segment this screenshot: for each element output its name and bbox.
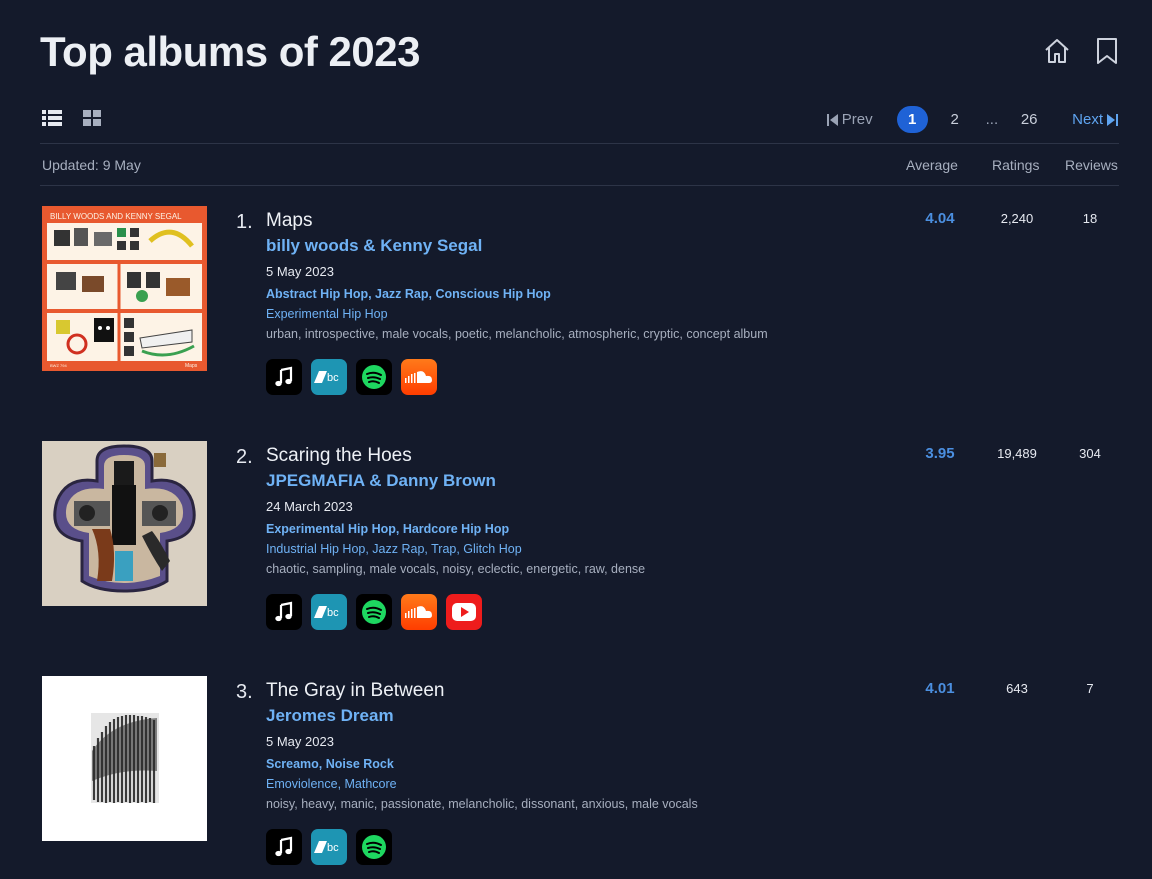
spotify-icon[interactable] <box>356 829 392 865</box>
cover-catalog-text: BWZ 794 <box>50 363 67 368</box>
album-row: 2. Scaring the Hoes JPEGMAFIA & Danny Br… <box>42 441 1120 641</box>
bookmark-icon[interactable] <box>1094 36 1120 66</box>
release-date: 24 March 2023 <box>266 499 353 514</box>
album-rank: 3. <box>236 681 253 703</box>
album-cover[interactable]: BILLY WOODS AND KENNY SEGAL BWZ 794 Maps <box>42 206 207 371</box>
primary-genres[interactable]: Abstract Hip Hop, Jazz Rap, Conscious Hi… <box>266 285 886 303</box>
pagination: Prev 1 2 ... 26 Next <box>826 106 1118 133</box>
reviews-column-header[interactable]: Reviews <box>1065 157 1118 173</box>
album-info: Scaring the Hoes JPEGMAFIA & Danny Brown… <box>266 444 886 630</box>
spotify-icon[interactable] <box>356 359 392 395</box>
top-icons <box>1042 36 1120 66</box>
album-artist[interactable]: billy woods & Kenny Segal <box>266 233 886 259</box>
bandcamp-icon[interactable]: bc <box>311 359 347 395</box>
album-artist[interactable]: JPEGMAFIA & Danny Brown <box>266 468 886 494</box>
next-label: Next <box>1072 111 1103 128</box>
bandcamp-icon[interactable]: bc <box>311 829 347 865</box>
view-toggles <box>42 109 102 132</box>
primary-genres[interactable]: Screamo, Noise Rock <box>266 755 886 773</box>
release-date: 5 May 2023 <box>266 734 334 749</box>
album-info: Maps billy woods & Kenny Segal 5 May 202… <box>266 209 886 395</box>
album-rank: 2. <box>236 446 253 468</box>
average-column-header[interactable]: Average <box>906 157 958 173</box>
secondary-genres[interactable]: Experimental Hip Hop <box>266 306 886 323</box>
next-page-button[interactable]: Next <box>1072 111 1118 128</box>
streaming-links: bc <box>266 359 886 395</box>
skip-forward-icon <box>1107 113 1118 126</box>
svg-text:bc: bc <box>327 842 339 854</box>
page-ellipsis: ... <box>985 111 999 128</box>
album-row: BILLY WOODS AND KENNY SEGAL BWZ 794 Maps… <box>42 206 1120 406</box>
prev-label: Prev <box>841 111 873 128</box>
secondary-genres[interactable]: Emoviolence, Mathcore <box>266 776 886 793</box>
apple-music-icon[interactable] <box>266 829 302 865</box>
skip-back-icon <box>826 113 838 126</box>
divider <box>40 185 1119 186</box>
secondary-genres[interactable]: Industrial Hip Hop, Jazz Rap, Trap, Glit… <box>266 541 886 558</box>
cover-header-text: BILLY WOODS AND KENNY SEGAL <box>50 212 182 221</box>
spotify-icon[interactable] <box>356 594 392 630</box>
reviews-count[interactable]: 18 <box>1065 211 1115 226</box>
page-link-2[interactable]: 2 <box>940 111 970 128</box>
grid-view-icon[interactable] <box>82 109 102 132</box>
cover-name-text: Maps <box>185 363 198 369</box>
descriptors: urban, introspective, male vocals, poeti… <box>266 327 768 341</box>
ratings-count[interactable]: 19,489 <box>987 446 1047 461</box>
release-date: 5 May 2023 <box>266 264 334 279</box>
updated-date: Updated: 9 May <box>42 157 141 173</box>
ratings-count[interactable]: 2,240 <box>987 211 1047 226</box>
album-info: The Gray in Between Jeromes Dream 5 May … <box>266 679 886 865</box>
album-cover[interactable] <box>42 676 207 841</box>
apple-music-icon[interactable] <box>266 359 302 395</box>
soundcloud-icon[interactable] <box>401 594 437 630</box>
album-rank: 1. <box>236 211 253 233</box>
bandcamp-icon[interactable]: bc <box>311 594 347 630</box>
album-title[interactable]: Scaring the Hoes <box>266 444 886 468</box>
svg-text:bc: bc <box>327 372 339 384</box>
average-rating: 3.95 <box>925 445 955 462</box>
apple-music-icon[interactable] <box>266 594 302 630</box>
ratings-count[interactable]: 643 <box>987 681 1047 696</box>
descriptors: chaotic, sampling, male vocals, noisy, e… <box>266 562 646 576</box>
album-title[interactable]: The Gray in Between <box>266 679 886 703</box>
reviews-count[interactable]: 304 <box>1065 446 1115 461</box>
list-view-icon[interactable] <box>42 109 62 132</box>
average-rating: 4.01 <box>925 680 955 697</box>
page-link-1[interactable]: 1 <box>896 106 928 133</box>
svg-text:bc: bc <box>327 607 339 619</box>
home-icon[interactable] <box>1042 36 1072 66</box>
average-rating: 4.04 <box>925 210 955 227</box>
album-cover[interactable] <box>42 441 207 606</box>
divider <box>40 143 1119 144</box>
youtube-icon[interactable] <box>446 594 482 630</box>
reviews-count[interactable]: 7 <box>1065 681 1115 696</box>
soundcloud-icon[interactable] <box>401 359 437 395</box>
album-row: 3. The Gray in Between Jeromes Dream 5 M… <box>42 676 1120 876</box>
album-artist[interactable]: Jeromes Dream <box>266 703 886 729</box>
page-title: Top albums of 2023 <box>40 28 420 75</box>
streaming-links: bc <box>266 829 886 865</box>
primary-genres[interactable]: Experimental Hip Hop, Hardcore Hip Hop <box>266 520 886 538</box>
descriptors: noisy, heavy, manic, passionate, melanch… <box>266 797 698 811</box>
streaming-links: bc <box>266 594 886 630</box>
page-link-26[interactable]: 26 <box>1014 111 1044 128</box>
ratings-column-header[interactable]: Ratings <box>992 157 1039 173</box>
prev-page-button[interactable]: Prev <box>826 111 873 128</box>
album-title[interactable]: Maps <box>266 209 886 233</box>
